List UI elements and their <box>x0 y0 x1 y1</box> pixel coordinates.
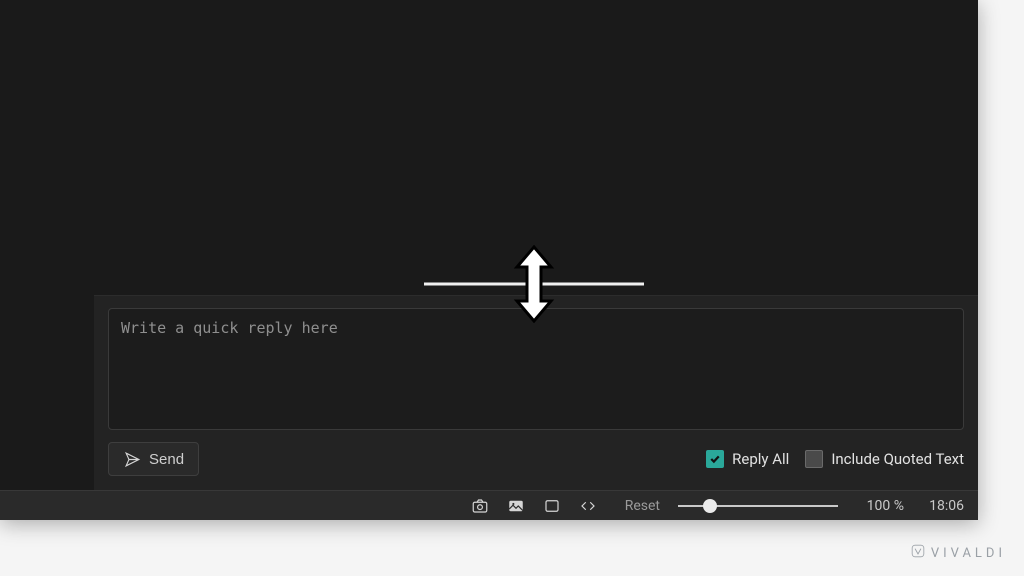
send-icon <box>123 450 141 468</box>
quick-reply-actions: Send Reply All Include Quoted Text <box>108 442 964 476</box>
checkbox-box <box>805 450 823 468</box>
app-window: Send Reply All Include Quoted Text <box>0 0 978 520</box>
message-area: Send Reply All Include Quoted Text <box>94 0 978 490</box>
send-button-label: Send <box>149 451 184 468</box>
sidebar-gutter <box>0 0 94 490</box>
include-quoted-label: Include Quoted Text <box>831 450 964 468</box>
panel-toggle-icon[interactable] <box>543 497 561 515</box>
quick-reply-input[interactable] <box>108 308 964 430</box>
vivaldi-logo-icon <box>911 544 925 562</box>
status-bar: Reset 100 % 18:06 <box>0 490 978 520</box>
send-button[interactable]: Send <box>108 442 199 476</box>
zoom-slider-track <box>678 505 838 507</box>
dev-tools-icon[interactable] <box>579 497 597 515</box>
reply-all-checkbox[interactable]: Reply All <box>706 450 789 468</box>
reply-all-label: Reply All <box>732 450 789 468</box>
clock[interactable]: 18:06 <box>922 498 964 514</box>
message-view <box>94 0 978 295</box>
vivaldi-brand-label: VIVALDI <box>931 546 1006 561</box>
mail-body: Send Reply All Include Quoted Text <box>0 0 978 490</box>
status-bar-icons: Reset 100 % 18:06 <box>471 497 964 515</box>
checkbox-box <box>706 450 724 468</box>
zoom-slider-thumb[interactable] <box>703 499 717 513</box>
vivaldi-brand: VIVALDI <box>911 544 1006 562</box>
zoom-reset-button[interactable]: Reset <box>625 498 660 514</box>
quick-reply-panel: Send Reply All Include Quoted Text <box>94 295 978 490</box>
image-icon[interactable] <box>507 497 525 515</box>
include-quoted-checkbox[interactable]: Include Quoted Text <box>805 450 964 468</box>
zoom-slider[interactable] <box>678 499 838 513</box>
screenshot-icon[interactable] <box>471 497 489 515</box>
zoom-percent-label: 100 % <box>856 498 904 514</box>
